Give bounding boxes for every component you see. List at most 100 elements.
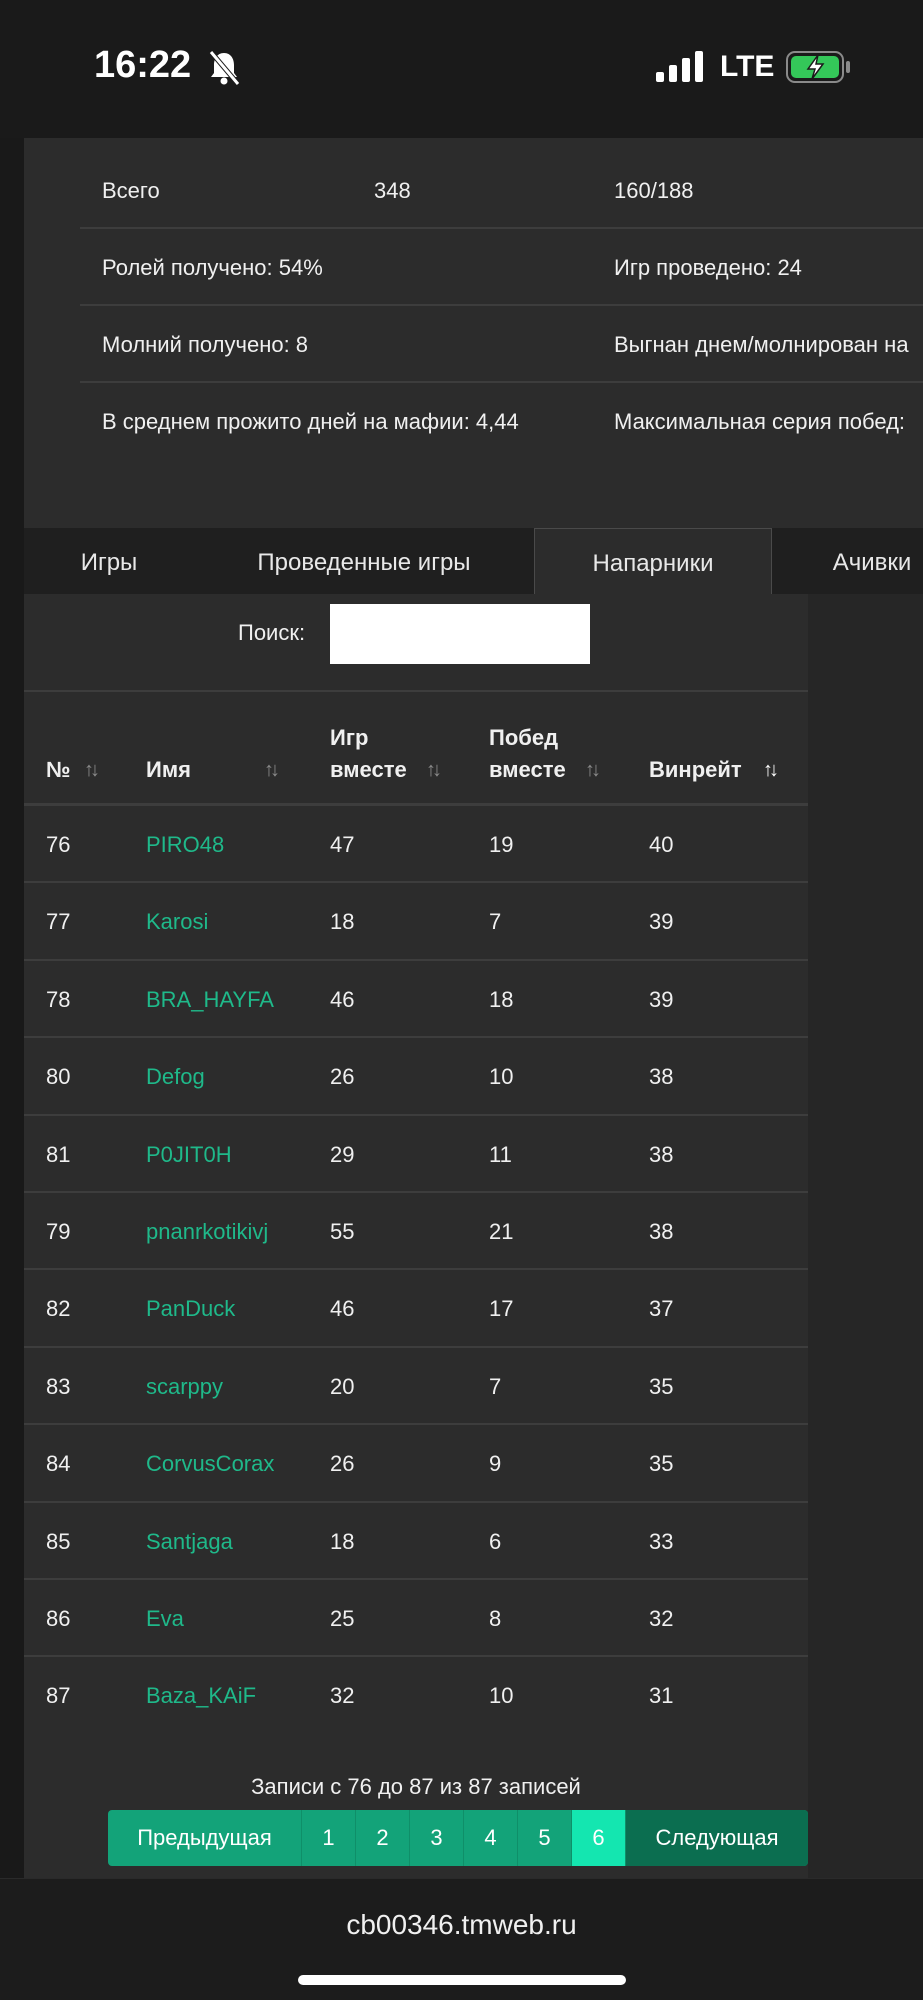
table-row: 85 Santjaga 18 6 33 <box>24 1503 808 1580</box>
cell-winrate: 33 <box>649 1528 674 1554</box>
sort-icon: ↑↓ <box>84 759 100 781</box>
search-input[interactable] <box>330 604 590 664</box>
cell-games: 18 <box>330 909 355 935</box>
table-row: 82 PanDuck 46 17 37 <box>24 1270 808 1348</box>
network-type: LTE <box>720 50 775 83</box>
cell-games: 26 <box>330 1064 355 1090</box>
cell-winrate: 35 <box>649 1373 674 1399</box>
cell-name-link[interactable]: Santjaga <box>146 1529 233 1555</box>
tab-achievements[interactable]: Ачивки <box>802 528 923 594</box>
cell-wins: 21 <box>489 1218 514 1244</box>
cell-games: 25 <box>330 1605 355 1631</box>
cell-name-link[interactable]: CorvusCorax <box>146 1451 274 1477</box>
cell-num: 77 <box>46 909 71 935</box>
col-games-label-line2: вместе <box>330 757 407 782</box>
page-4-button[interactable]: 4 <box>464 1810 518 1866</box>
next-page-button[interactable]: Следующая <box>626 1810 808 1866</box>
cell-games: 26 <box>330 1451 355 1477</box>
col-name-label: Имя <box>146 757 191 782</box>
cell-num: 83 <box>46 1373 71 1399</box>
stat-label: Молний получено: 8 <box>102 332 309 357</box>
cell-name-link[interactable]: scarppy <box>146 1374 223 1400</box>
stat-value: 348 <box>374 178 411 203</box>
page-2-button[interactable]: 2 <box>356 1810 410 1866</box>
sort-icon: ↑↓ <box>585 759 601 781</box>
bell-muted-icon <box>209 50 240 86</box>
stats-row: Молний получено: 8 Выгнан днем/молнирова… <box>80 306 923 383</box>
cell-winrate: 38 <box>649 1218 674 1244</box>
cell-wins: 10 <box>489 1064 514 1090</box>
page-1-button[interactable]: 1 <box>302 1810 356 1866</box>
cell-winrate: 38 <box>649 1064 674 1090</box>
page-3-button[interactable]: 3 <box>410 1810 464 1866</box>
table-row: 87 Baza_KAiF 32 10 31 <box>24 1657 808 1734</box>
browser-url-bar[interactable]: cb00346.tmweb.ru <box>0 1878 923 2000</box>
cell-num: 81 <box>46 1141 71 1167</box>
home-indicator[interactable] <box>298 1975 626 1985</box>
cell-wins: 8 <box>489 1605 502 1631</box>
col-wins-header[interactable]: Побед вместе ↑↓ <box>489 722 629 786</box>
col-winrate-label: Винрейт <box>649 757 742 782</box>
table-row: 86 Eva 25 8 32 <box>24 1580 808 1658</box>
tab-hosted-games[interactable]: Проведенные игры <box>224 528 504 594</box>
partners-panel: Поиск: № ↑↓ Имя ↑↓ Игр вместе ↑↓ Побед в… <box>24 594 808 1878</box>
col-games-header[interactable]: Игр вместе ↑↓ <box>330 722 470 786</box>
cell-winrate: 39 <box>649 986 674 1012</box>
cell-winrate: 38 <box>649 1141 674 1167</box>
cell-winrate: 31 <box>649 1683 674 1709</box>
cell-name-link[interactable]: Defog <box>146 1064 205 1090</box>
cell-wins: 18 <box>489 986 514 1012</box>
cell-name-link[interactable]: Baza_KAiF <box>146 1683 256 1709</box>
cell-num: 84 <box>46 1451 71 1477</box>
cell-wins: 9 <box>489 1451 502 1477</box>
sort-desc-icon: ↑↓ <box>763 759 779 781</box>
table-row: 76 PIRO48 47 19 40 <box>24 806 808 884</box>
search-label: Поиск: <box>238 620 306 645</box>
stats-row: Ролей получено: 54% Игр проведено: 24 <box>80 229 923 306</box>
cell-name-link[interactable]: BRA_HAYFA <box>146 987 274 1013</box>
cell-name-link[interactable]: PanDuck <box>146 1296 235 1322</box>
stat-label: Максимальная серия побед: <box>614 409 906 434</box>
status-bar: 16:22 LTE <box>0 0 923 138</box>
cell-winrate: 32 <box>649 1605 674 1631</box>
prev-page-button[interactable]: Предыдущая <box>108 1810 302 1866</box>
col-winrate-header[interactable]: Винрейт ↑↓ <box>649 754 799 786</box>
cell-games: 18 <box>330 1528 355 1554</box>
cell-name-link[interactable]: P0JIT0H <box>146 1142 232 1168</box>
col-name-header[interactable]: Имя ↑↓ <box>146 754 296 786</box>
player-stats-panel: Всего 348 160/188 Ролей получено: 54% Иг… <box>24 138 923 528</box>
records-info: Записи с 76 до 87 из 87 записей <box>251 1774 581 1799</box>
pagination: Предыдущая 1 2 3 4 5 6 Следующая <box>108 1810 808 1866</box>
cell-games: 46 <box>330 1296 355 1322</box>
cell-games: 32 <box>330 1683 355 1709</box>
tab-games[interactable]: Игры <box>54 528 164 594</box>
sort-icon: ↑↓ <box>426 759 442 781</box>
stat-label: Ролей получено: 54% <box>102 255 323 280</box>
tab-bar: Игры Проведенные игры Напарники Ачивки <box>24 528 923 594</box>
cell-name-link[interactable]: PIRO48 <box>146 832 224 858</box>
table-row: 81 P0JIT0H 29 11 38 <box>24 1116 808 1193</box>
stats-table: Всего 348 160/188 Ролей получено: 54% Иг… <box>80 152 923 460</box>
stats-row: В среднем прожито дней на мафии: 4,44 Ма… <box>80 383 923 460</box>
page-5-button[interactable]: 5 <box>518 1810 572 1866</box>
stat-label: Игр проведено: 24 <box>614 255 802 280</box>
cell-wins: 19 <box>489 832 514 857</box>
cell-winrate: 35 <box>649 1451 674 1477</box>
col-num-label: № <box>46 757 71 782</box>
cell-name-link[interactable]: Eva <box>146 1606 184 1632</box>
partners-table: № ↑↓ Имя ↑↓ Игр вместе ↑↓ Побед вместе ↑… <box>24 690 808 1735</box>
table-row: 79 pnanrkotikivj 55 21 38 <box>24 1193 808 1271</box>
stat-label: Выгнан днем/молнирован на <box>614 332 909 357</box>
cell-num: 79 <box>46 1218 71 1244</box>
cell-num: 87 <box>46 1683 71 1709</box>
page-6-button-current[interactable]: 6 <box>572 1810 626 1866</box>
tab-partners[interactable]: Напарники <box>534 528 772 594</box>
url-text[interactable]: cb00346.tmweb.ru <box>0 1909 923 1941</box>
cell-name-link[interactable]: pnanrkotikivj <box>146 1219 268 1245</box>
stats-row: Всего 348 160/188 <box>80 152 923 229</box>
cell-games: 46 <box>330 986 355 1012</box>
col-num-header[interactable]: № ↑↓ <box>46 754 100 786</box>
status-time: 16:22 <box>94 44 192 86</box>
cell-name-link[interactable]: Karosi <box>146 909 208 935</box>
col-wins-label-line2: вместе <box>489 757 566 782</box>
